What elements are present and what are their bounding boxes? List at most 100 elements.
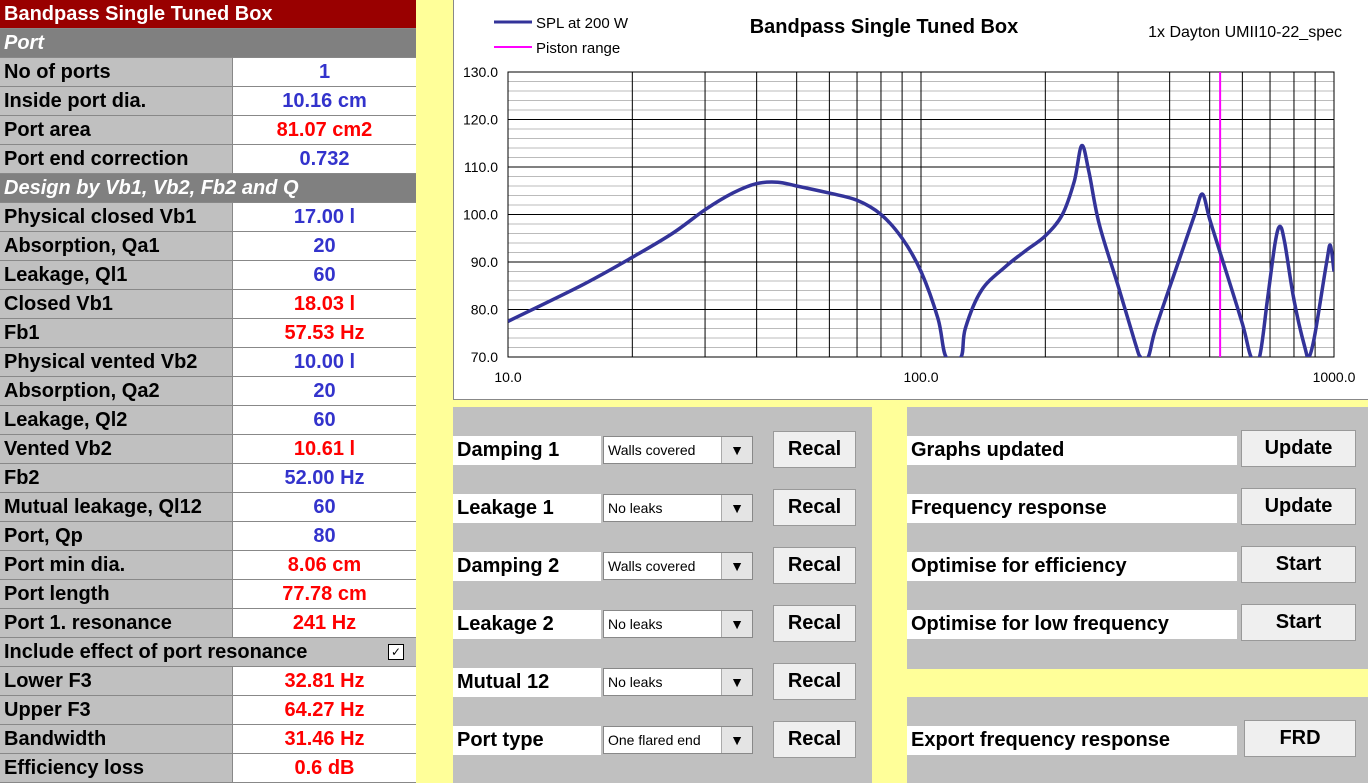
param-row: Fb2 52.00 Hz (0, 464, 416, 493)
param-label: No of ports (0, 58, 233, 86)
x-tick-label: 10.0 (494, 369, 521, 385)
action-label: Frequency response (911, 497, 1107, 519)
recal-button[interactable]: Recal (773, 605, 856, 642)
port-resonance-checkbox[interactable]: ✓ (388, 644, 404, 660)
setting-select[interactable]: Walls covered ▼ (603, 552, 753, 580)
action-row: Graphs updated (907, 436, 1237, 465)
recal-button[interactable]: Recal (773, 489, 856, 526)
param-value[interactable]: 80 (233, 522, 416, 550)
param-value[interactable]: 64.27 Hz (233, 696, 416, 724)
param-value[interactable]: 20 (233, 377, 416, 405)
chart-title: Bandpass Single Tuned Box (750, 16, 1019, 38)
setting-select[interactable]: Walls covered ▼ (603, 436, 753, 464)
update-button[interactable]: Update (1241, 430, 1356, 467)
section-design-header: Design by Vb1, Vb2, Fb2 and Q (0, 174, 416, 203)
y-tick-label: 110.0 (464, 159, 498, 175)
param-value[interactable]: 81.07 cm2 (233, 116, 416, 144)
param-value[interactable]: 77.78 cm (233, 580, 416, 608)
setting-select[interactable]: No leaks ▼ (603, 668, 753, 696)
chart-subtitle: 1x Dayton UMII10-22_spec (1148, 24, 1342, 41)
param-value[interactable]: 241 Hz (233, 609, 416, 637)
chevron-down-icon[interactable]: ▼ (721, 669, 752, 695)
chart-svg: 130.0 120.0 110.0 100.0 90.0 80.0 70.0 10.0 100.… (463, 15, 1356, 385)
param-value[interactable]: 60 (233, 406, 416, 434)
recal-button[interactable]: Recal (773, 721, 856, 758)
param-row: Absorption, Qa1 20 (0, 232, 416, 261)
legend-label-piston: Piston range (536, 40, 620, 57)
param-row: Lower F3 32.81 Hz (0, 667, 416, 696)
param-value[interactable]: 57.53 Hz (233, 319, 416, 347)
param-value[interactable]: 60 (233, 261, 416, 289)
param-value[interactable]: 10.61 l (233, 435, 416, 463)
param-value[interactable]: 1 (233, 58, 416, 86)
param-value[interactable]: 20 (233, 232, 416, 260)
param-label: Port 1. resonance (0, 609, 233, 637)
export-label: Export frequency response (911, 729, 1170, 751)
param-row: Physical vented Vb2 10.00 l (0, 348, 416, 377)
setting-label: Leakage 2 (457, 613, 554, 635)
setting-select[interactable]: No leaks ▼ (603, 610, 753, 638)
update-button[interactable]: Update (1241, 488, 1356, 525)
param-label: Absorption, Qa2 (0, 377, 233, 405)
setting-row: Damping 2 (453, 552, 601, 581)
param-label: Leakage, Ql1 (0, 261, 233, 289)
param-value[interactable]: 0.6 dB (233, 754, 416, 782)
chevron-down-icon[interactable]: ▼ (721, 495, 752, 521)
recal-button[interactable]: Recal (773, 431, 856, 468)
x-tick-label: 1000.0 (1313, 369, 1356, 385)
setting-row: Leakage 1 (453, 494, 601, 523)
param-label: Port, Qp (0, 522, 233, 550)
sheet-title-text: Bandpass Single Tuned Box (4, 3, 273, 25)
action-label: Optimise for efficiency (911, 555, 1127, 577)
param-row: Port area 81.07 cm2 (0, 116, 416, 145)
param-value[interactable]: 17.00 l (233, 203, 416, 231)
param-row: Leakage, Ql2 60 (0, 406, 416, 435)
setting-select-value: No leaks (608, 500, 663, 516)
param-row: Vented Vb2 10.61 l (0, 435, 416, 464)
param-value[interactable]: 18.03 l (233, 290, 416, 318)
y-tick-label: 90.0 (471, 254, 498, 270)
action-row: Optimise for efficiency (907, 552, 1237, 581)
chevron-down-icon[interactable]: ▼ (721, 727, 752, 753)
setting-select[interactable]: One flared end ▼ (603, 726, 753, 754)
action-label: Graphs updated (911, 439, 1065, 461)
param-value[interactable]: 31.46 Hz (233, 725, 416, 753)
param-label: Physical vented Vb2 (0, 348, 233, 376)
param-value[interactable]: 10.00 l (233, 348, 416, 376)
param-row: Absorption, Qa2 20 (0, 377, 416, 406)
frd-export-button[interactable]: FRD (1244, 720, 1356, 757)
section-design-label: Design by Vb1, Vb2, Fb2 and Q (4, 177, 299, 199)
param-row: Include effect of port resonance ✓ (0, 638, 416, 667)
chevron-down-icon[interactable]: ▼ (721, 611, 752, 637)
param-value[interactable]: 32.81 Hz (233, 667, 416, 695)
param-value[interactable]: 0.732 (233, 145, 416, 173)
param-label: Closed Vb1 (0, 290, 233, 318)
parameter-table: Bandpass Single Tuned Box Port No of por… (0, 0, 416, 783)
param-row: Physical closed Vb1 17.00 l (0, 203, 416, 232)
param-value[interactable]: 8.06 cm (233, 551, 416, 579)
start-button[interactable]: Start (1241, 604, 1356, 641)
start-button[interactable]: Start (1241, 546, 1356, 583)
section-port-header: Port (0, 29, 416, 58)
param-label: Inside port dia. (0, 87, 233, 115)
setting-label: Damping 1 (457, 439, 560, 461)
recal-button[interactable]: Recal (773, 547, 856, 584)
param-row: Closed Vb1 18.03 l (0, 290, 416, 319)
param-row: Port 1. resonance 241 Hz (0, 609, 416, 638)
export-panel: Export frequency response FRD (907, 697, 1368, 783)
param-label: Absorption, Qa1 (0, 232, 233, 260)
recal-button[interactable]: Recal (773, 663, 856, 700)
setting-label: Leakage 1 (457, 497, 554, 519)
param-row: Port, Qp 80 (0, 522, 416, 551)
param-value[interactable]: 60 (233, 493, 416, 521)
param-row: No of ports 1 (0, 58, 416, 87)
param-row: Port min dia. 8.06 cm (0, 551, 416, 580)
setting-select[interactable]: No leaks ▼ (603, 494, 753, 522)
y-tick-label: 120.0 (463, 112, 498, 128)
setting-row: Mutual 12 (453, 668, 601, 697)
param-value[interactable]: 10.16 cm (233, 87, 416, 115)
chevron-down-icon[interactable]: ▼ (721, 437, 752, 463)
param-value[interactable]: 52.00 Hz (233, 464, 416, 492)
chevron-down-icon[interactable]: ▼ (721, 553, 752, 579)
param-row: Port end correction 0.732 (0, 145, 416, 174)
